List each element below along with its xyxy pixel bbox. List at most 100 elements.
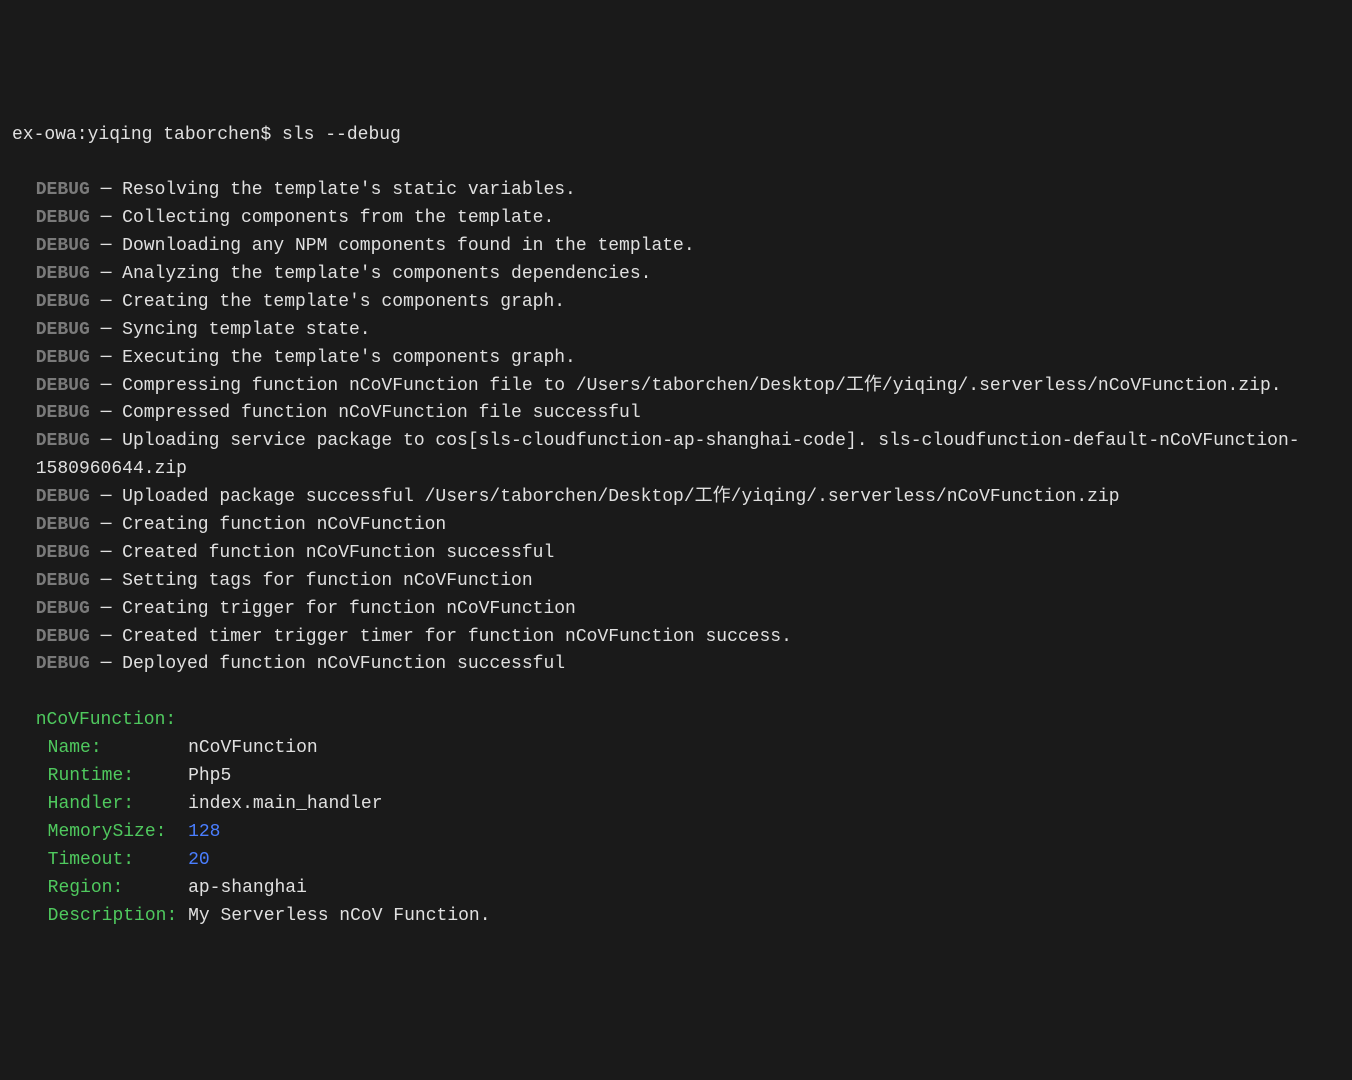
shell-prompt: ex-owa:yiqing taborchen$ sls --debug	[12, 125, 401, 145]
debug-line: DEBUG ─ Creating the template's componen…	[12, 289, 1340, 317]
result-value: 128	[188, 822, 220, 842]
result-padding	[134, 850, 188, 870]
debug-dash: ─	[90, 515, 122, 535]
debug-lines: DEBUG ─ Resolving the template's static …	[12, 177, 1340, 679]
debug-dash: ─	[90, 236, 122, 256]
debug-dash: ─	[90, 292, 122, 312]
result-value: Php5	[188, 766, 231, 786]
debug-message: Deployed function nCoVFunction successfu…	[122, 654, 565, 674]
blank-line	[12, 149, 1340, 177]
result-value: 20	[188, 850, 210, 870]
result-row: Timeout: 20	[12, 847, 1340, 875]
result-row: Handler: index.main_handler	[12, 791, 1340, 819]
debug-message: Resolving the template's static variable…	[122, 180, 576, 200]
result-padding	[166, 822, 188, 842]
debug-dash: ─	[90, 599, 122, 619]
debug-message: Executing the template's components grap…	[122, 348, 576, 368]
blank-line	[12, 679, 1340, 707]
debug-label: DEBUG	[36, 403, 90, 423]
result-key: Name:	[48, 738, 102, 758]
result-padding	[102, 738, 188, 758]
debug-line: DEBUG ─ Creating trigger for function nC…	[12, 596, 1340, 624]
debug-dash: ─	[90, 487, 122, 507]
debug-message: Syncing template state.	[122, 320, 370, 340]
debug-dash: ─	[90, 543, 122, 563]
debug-label: DEBUG	[36, 571, 90, 591]
debug-label: DEBUG	[36, 627, 90, 647]
debug-message: Compressing function nCoVFunction file t…	[122, 376, 1281, 396]
debug-message: Creating function nCoVFunction	[122, 515, 446, 535]
debug-label: DEBUG	[36, 515, 90, 535]
debug-message: Compressed function nCoVFunction file su…	[122, 403, 640, 423]
result-value: My Serverless nCoV Function.	[188, 906, 490, 926]
debug-message: Analyzing the template's components depe…	[122, 264, 651, 284]
terminal-output: ex-owa:yiqing taborchen$ sls --debug DEB…	[12, 122, 1340, 931]
debug-message: Created timer trigger timer for function…	[122, 627, 792, 647]
debug-label: DEBUG	[36, 376, 90, 396]
debug-label: DEBUG	[36, 487, 90, 507]
debug-message: Created function nCoVFunction successful	[122, 543, 554, 563]
result-key: MemorySize:	[48, 822, 167, 842]
debug-line: DEBUG ─ Resolving the template's static …	[12, 177, 1340, 205]
debug-dash: ─	[90, 431, 122, 451]
result-row: MemorySize: 128	[12, 819, 1340, 847]
debug-line: DEBUG ─ Created timer trigger timer for …	[12, 624, 1340, 652]
debug-line: DEBUG ─ Analyzing the template's compone…	[12, 261, 1340, 289]
debug-label: DEBUG	[36, 599, 90, 619]
debug-label: DEBUG	[36, 180, 90, 200]
debug-label: DEBUG	[36, 654, 90, 674]
debug-line: DEBUG ─ Compressing function nCoVFunctio…	[12, 373, 1340, 401]
result-row: Description: My Serverless nCoV Function…	[12, 903, 1340, 931]
debug-label: DEBUG	[36, 264, 90, 284]
debug-label: DEBUG	[36, 236, 90, 256]
debug-label: DEBUG	[36, 320, 90, 340]
result-key: Handler:	[48, 794, 134, 814]
debug-dash: ─	[90, 654, 122, 674]
result-header-line: nCoVFunction:	[12, 707, 1340, 735]
result-key: Runtime:	[48, 766, 134, 786]
debug-label: DEBUG	[36, 208, 90, 228]
debug-line: DEBUG ─ Creating function nCoVFunction	[12, 512, 1340, 540]
debug-dash: ─	[90, 627, 122, 647]
debug-line: DEBUG ─ Executing the template's compone…	[12, 345, 1340, 373]
result-header: nCoVFunction:	[36, 710, 176, 730]
debug-line: DEBUG ─ Syncing template state.	[12, 317, 1340, 345]
result-padding	[177, 906, 188, 926]
debug-label: DEBUG	[36, 543, 90, 563]
debug-message: Creating trigger for function nCoVFuncti…	[122, 599, 576, 619]
debug-dash: ─	[90, 208, 122, 228]
debug-label: DEBUG	[36, 348, 90, 368]
debug-line: DEBUG ─ Uploading service package to cos…	[12, 428, 1340, 484]
debug-line: DEBUG ─ Deployed function nCoVFunction s…	[12, 651, 1340, 679]
debug-dash: ─	[90, 376, 122, 396]
result-key: Timeout:	[48, 850, 134, 870]
result-value: nCoVFunction	[188, 738, 318, 758]
debug-dash: ─	[90, 571, 122, 591]
result-padding	[134, 794, 188, 814]
debug-line: DEBUG ─ Created function nCoVFunction su…	[12, 540, 1340, 568]
result-padding	[134, 766, 188, 786]
debug-message: Downloading any NPM components found in …	[122, 236, 695, 256]
debug-message: Uploaded package successful /Users/tabor…	[122, 487, 1119, 507]
debug-line: DEBUG ─ Downloading any NPM components f…	[12, 233, 1340, 261]
debug-message: Setting tags for function nCoVFunction	[122, 571, 532, 591]
debug-message: Uploading service package to cos[sls-clo…	[36, 431, 1300, 479]
debug-label: DEBUG	[36, 292, 90, 312]
result-row: Region: ap-shanghai	[12, 875, 1340, 903]
debug-dash: ─	[90, 403, 122, 423]
debug-dash: ─	[90, 320, 122, 340]
result-row: Runtime: Php5	[12, 763, 1340, 791]
debug-message: Collecting components from the template.	[122, 208, 554, 228]
result-row: Name: nCoVFunction	[12, 735, 1340, 763]
result-rows: Name: nCoVFunctionRuntime: Php5Handler: …	[12, 735, 1340, 930]
debug-dash: ─	[90, 348, 122, 368]
debug-dash: ─	[90, 180, 122, 200]
result-value: index.main_handler	[188, 794, 382, 814]
debug-line: DEBUG ─ Compressed function nCoVFunction…	[12, 400, 1340, 428]
debug-line: DEBUG ─ Uploaded package successful /Use…	[12, 484, 1340, 512]
debug-message: Creating the template's components graph…	[122, 292, 565, 312]
result-key: Description:	[48, 906, 178, 926]
debug-label: DEBUG	[36, 431, 90, 451]
debug-dash: ─	[90, 264, 122, 284]
debug-line: DEBUG ─ Collecting components from the t…	[12, 205, 1340, 233]
